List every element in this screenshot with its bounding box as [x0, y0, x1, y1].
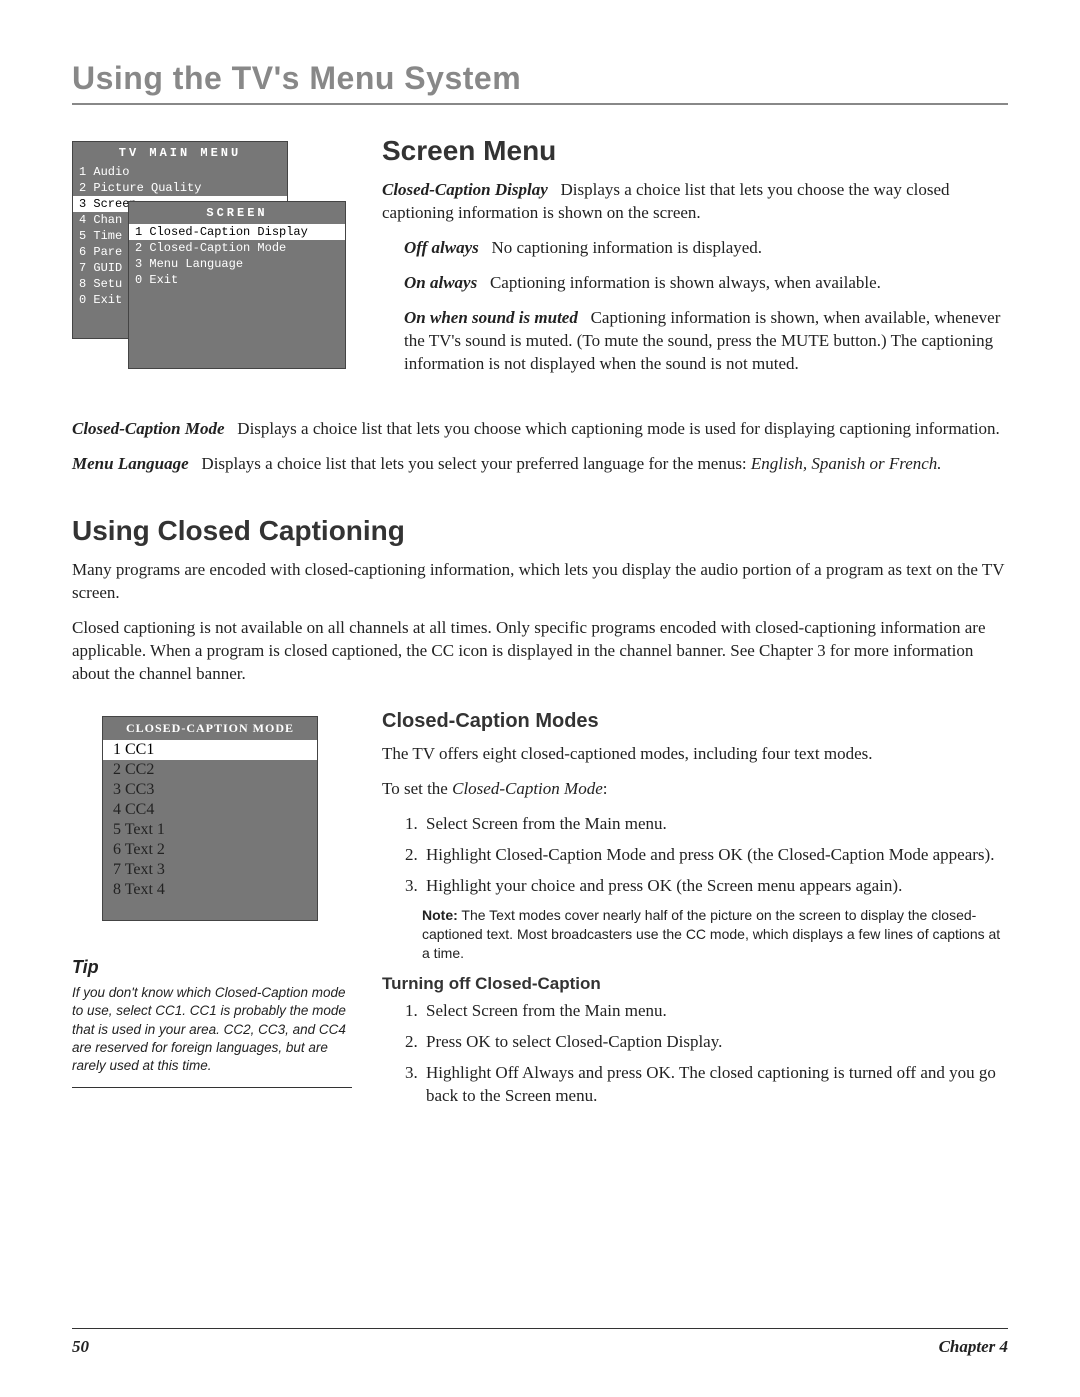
- cc-p1: Many programs are encoded with closed-ca…: [72, 559, 1008, 605]
- osd-cc-item: 2 CC2: [103, 760, 317, 780]
- cc-modes-p1: The TV offers eight closed-captioned mod…: [382, 743, 1008, 766]
- note-block: Note: The Text modes cover nearly half o…: [422, 906, 1008, 963]
- page-number: 50: [72, 1337, 89, 1357]
- osd-main-item: 2 Picture Quality: [73, 180, 287, 196]
- chapter-label: Chapter 4: [939, 1337, 1008, 1357]
- ccm-paragraph: Closed-Caption Mode Displays a choice li…: [72, 418, 1008, 441]
- osd-cc-title: CLOSED-CAPTION MODE: [103, 717, 317, 740]
- screen-menu-heading: Screen Menu: [382, 135, 1008, 167]
- osd-cc-item: 8 Text 4: [103, 880, 317, 900]
- tip-body: If you don't know which Closed-Caption m…: [72, 984, 352, 1088]
- osd-screen-item-selected: 1 Closed-Caption Display: [129, 224, 345, 240]
- turn-off-heading: Turning off Closed-Caption: [382, 974, 1008, 994]
- on-muted-paragraph: On when sound is muted Captioning inform…: [404, 307, 1008, 376]
- osd-cc-item: 6 Text 2: [103, 840, 317, 860]
- cc-modes-heading: Closed-Caption Modes: [382, 710, 1008, 733]
- ccd-paragraph: Closed-Caption Display Displays a choice…: [382, 179, 1008, 225]
- page-footer: 50 Chapter 4: [72, 1328, 1008, 1357]
- osd-cc-item: 4 CC4: [103, 800, 317, 820]
- cc-modes-step: Highlight Closed-Caption Mode and press …: [422, 844, 1008, 867]
- osd-screen-title: SCREEN: [129, 202, 345, 224]
- osd-screen-item: 3 Menu Language: [129, 256, 345, 272]
- osd-cc-item-selected: 1 CC1: [103, 740, 317, 760]
- osd-cc-item: 7 Text 3: [103, 860, 317, 880]
- cc-modes-p2: To set the Closed-Caption Mode:: [382, 778, 1008, 801]
- osd-main-menu: TV MAIN MENU 1 Audio 2 Picture Quality 3…: [72, 141, 352, 339]
- cc-modes-step: Highlight your choice and press OK (the …: [422, 875, 1008, 898]
- cc-p2: Closed captioning is not available on al…: [72, 617, 1008, 686]
- osd-cc-item: 3 CC3: [103, 780, 317, 800]
- tip-heading: Tip: [72, 957, 352, 978]
- using-cc-heading: Using Closed Captioning: [72, 515, 1008, 547]
- osd-screen-submenu: SCREEN 1 Closed-Caption Display 2 Closed…: [128, 201, 346, 369]
- osd-main-item: 1 Audio: [73, 164, 287, 180]
- chapter-title: Using the TV's Menu System: [72, 60, 1008, 105]
- turn-off-step: Press OK to select Closed-Caption Displa…: [422, 1031, 1008, 1054]
- osd-main-title: TV MAIN MENU: [73, 142, 287, 164]
- menu-language-paragraph: Menu Language Displays a choice list tha…: [72, 453, 1008, 476]
- on-always-paragraph: On always Captioning information is show…: [404, 272, 1008, 295]
- turn-off-step: Highlight Off Always and press OK. The c…: [422, 1062, 1008, 1108]
- cc-modes-step: Select Screen from the Main menu.: [422, 813, 1008, 836]
- turn-off-steps: Select Screen from the Main menu. Press …: [422, 1000, 1008, 1108]
- cc-modes-steps: Select Screen from the Main menu. Highli…: [422, 813, 1008, 898]
- turn-off-step: Select Screen from the Main menu.: [422, 1000, 1008, 1023]
- off-always-paragraph: Off always No captioning information is …: [404, 237, 1008, 260]
- osd-cc-mode-menu: CLOSED-CAPTION MODE 1 CC1 2 CC2 3 CC3 4 …: [102, 716, 318, 921]
- osd-screen-item: 2 Closed-Caption Mode: [129, 240, 345, 256]
- osd-screen-item: 0 Exit: [129, 272, 345, 288]
- osd-cc-item: 5 Text 1: [103, 820, 317, 840]
